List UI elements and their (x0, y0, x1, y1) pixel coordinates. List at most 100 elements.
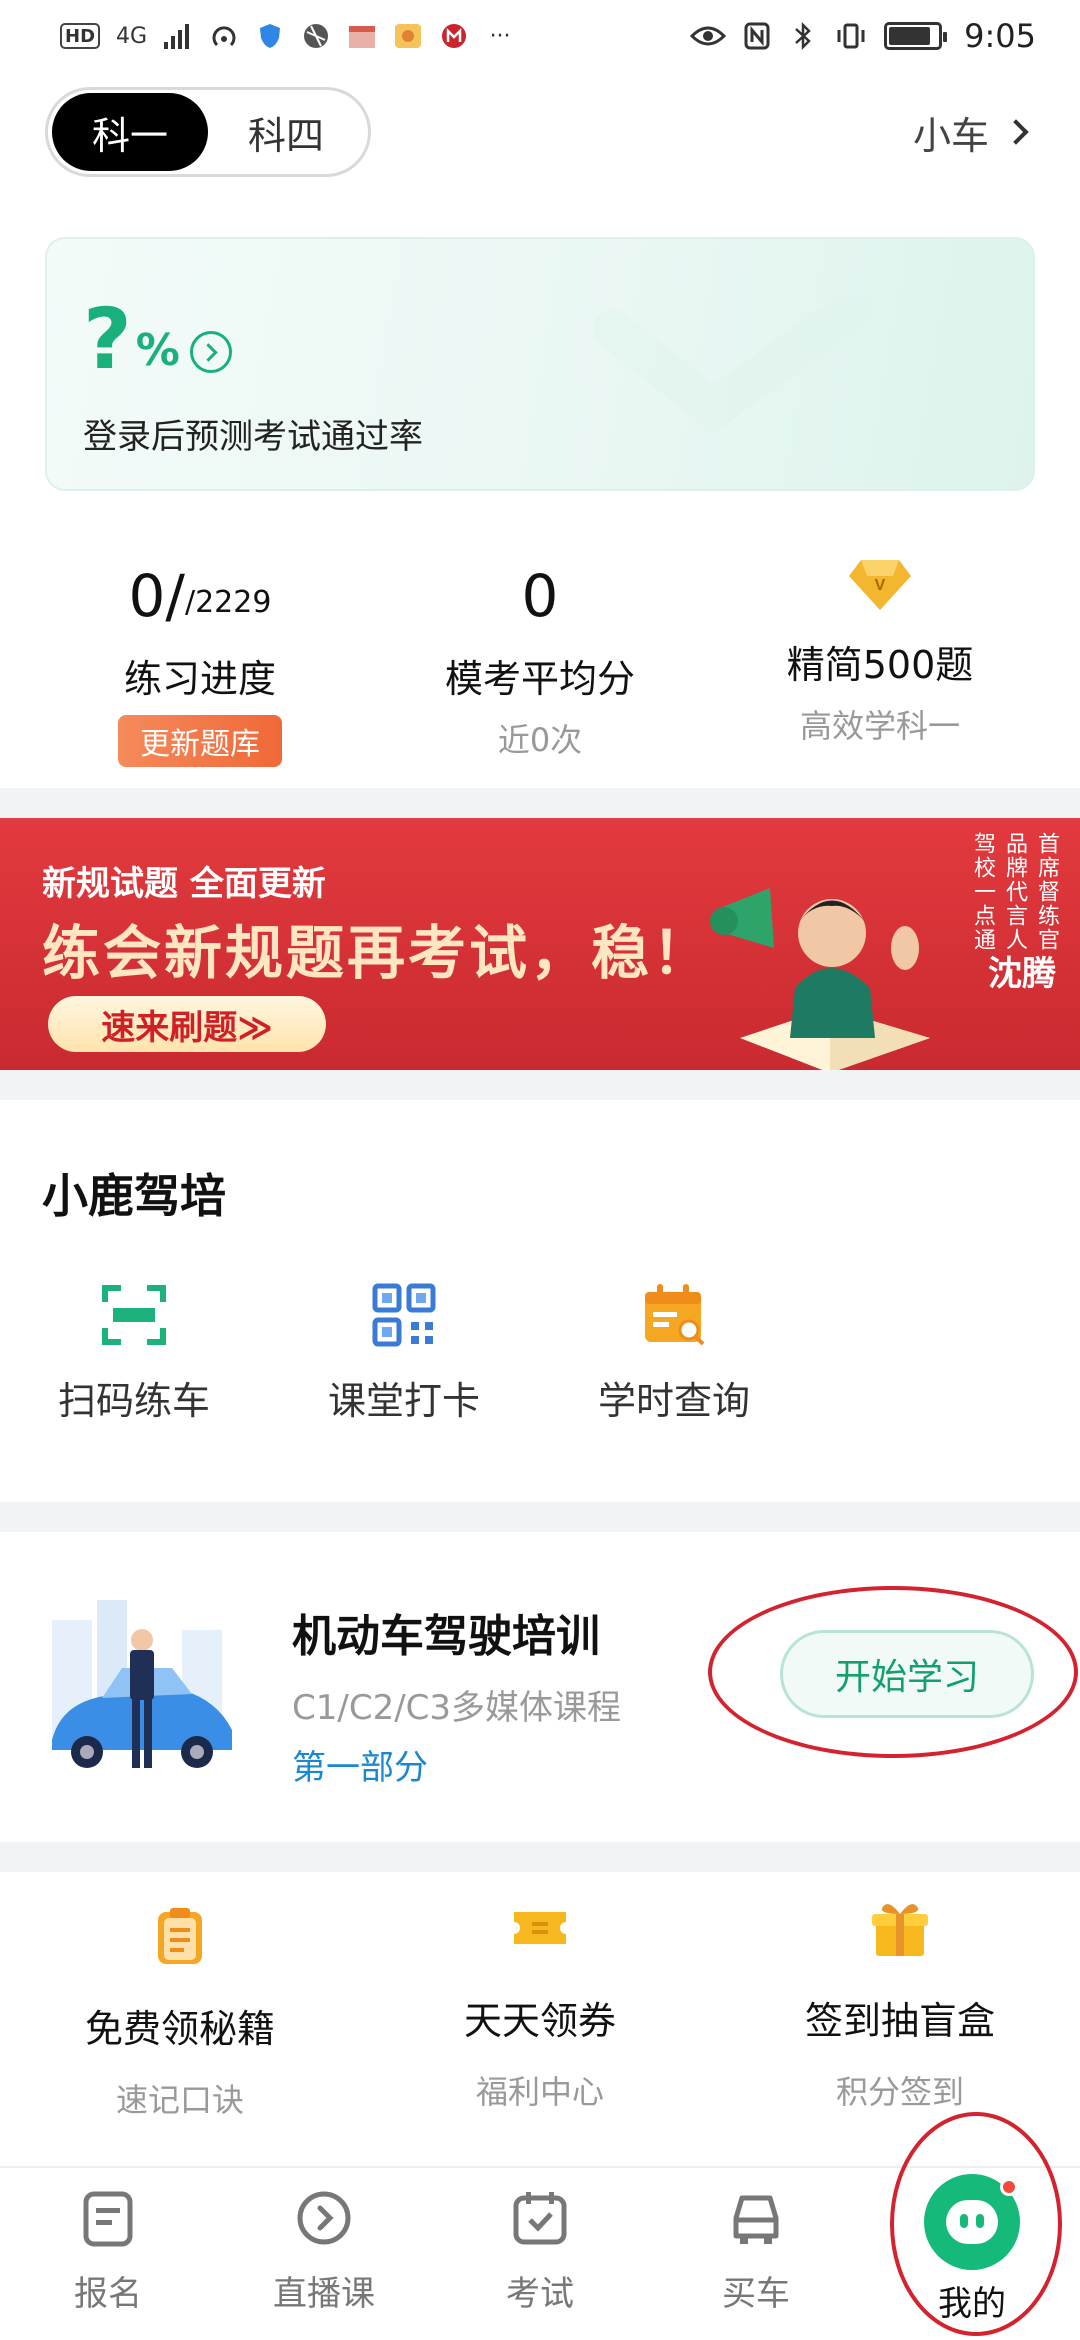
mock-sub: 近0次 (497, 721, 583, 759)
pass-rate-value: ? (83, 290, 132, 388)
daily-coupon-item[interactable]: 天天领券 福利中心 (390, 1896, 690, 2113)
section-divider (0, 1070, 1080, 1100)
banner-vcol-3: 驾校一点通 (970, 832, 995, 952)
phone-app-icon (393, 20, 423, 52)
form-icon (83, 2191, 133, 2247)
tab-subject-one[interactable]: 科一 (52, 93, 208, 171)
pass-rate: ? % (83, 290, 232, 388)
blind-box-title: 签到抽盲盒 (804, 1999, 995, 2043)
stats-row: 0//2229 练习进度 更新题库 0 模考平均分 近0次 V 精简500题 高… (0, 540, 1080, 767)
header: 科一 科四 小车 (45, 86, 1035, 178)
status-left: HD 4G ··· (60, 20, 515, 52)
arrow-circle-icon[interactable] (189, 331, 232, 373)
tab-mine[interactable]: 我的 (892, 2174, 1052, 2325)
section-divider (0, 1842, 1080, 1872)
hours-query-label: 学时查询 (597, 1379, 750, 1423)
hotspot-icon (209, 20, 239, 52)
banner-vcol-1: 首席督练官 (1034, 832, 1059, 952)
status-bar: HD 4G ··· 9:05 (0, 0, 1080, 72)
section-divider (0, 788, 1080, 818)
bank-icon (439, 20, 469, 52)
mock-value: 0 (521, 562, 559, 630)
check-calendar-icon (513, 2192, 567, 2245)
driving-course-illustration (52, 1600, 232, 1768)
gift-icon (872, 1904, 928, 1956)
banner-slogan: 练会新规题再考试，稳！ (42, 919, 714, 987)
vibrate-icon (834, 20, 868, 52)
tab-mine-label: 我的 (938, 2284, 1006, 2324)
browser-icon (301, 20, 331, 52)
tab-subject-four[interactable]: 科四 (208, 93, 364, 171)
mock-average[interactable]: 0 模考平均分 近0次 (390, 540, 690, 761)
more-icon: ··· (489, 23, 511, 49)
mascot-icon (924, 2174, 1020, 2270)
practice-progress[interactable]: 0//2229 练习进度 更新题库 (50, 540, 350, 767)
mascot-face (946, 2200, 998, 2244)
promo-banner[interactable]: 新规试题 全面更新 练会新规题再考试，稳！ 速来刷题≫ 首席督练官 品牌代言人 … (0, 818, 1080, 1070)
start-learning-button[interactable]: 开始学习 (780, 1630, 1034, 1718)
tab-buy-car-label: 买车 (722, 2274, 790, 2314)
tab-live-class[interactable]: 直播课 (244, 2188, 404, 2315)
notification-dot (1000, 2178, 1018, 2196)
qr-code-icon (372, 1283, 436, 1347)
mock-label: 模考平均分 (444, 657, 635, 701)
battery-level (889, 27, 931, 45)
blind-box-item[interactable]: 签到抽盲盒 积分签到 (750, 1896, 1050, 2113)
update-bank-badge[interactable]: 更新题库 (118, 715, 282, 767)
car-type-selector[interactable]: 小车 (913, 105, 1035, 160)
banner-cta-button[interactable]: 速来刷题≫ (48, 996, 326, 1052)
percent-sign: % (135, 325, 180, 376)
clock: 9:05 (964, 17, 1036, 55)
chevron-right-icon (1003, 119, 1029, 145)
ticket-icon (514, 1912, 566, 1944)
vip-500[interactable]: V 精简500题 高效学科一 (730, 550, 1030, 747)
progress-label: 练习进度 (123, 657, 276, 701)
free-guide-title: 免费领秘籍 (84, 2007, 275, 2051)
tab-exam[interactable]: 考试 (460, 2188, 620, 2315)
pass-rate-description: 登录后预测考试通过率 (83, 417, 423, 457)
school-section-title: 小鹿驾培 (42, 1169, 226, 1223)
free-guide-item[interactable]: 免费领秘籍 速记口诀 (30, 1904, 330, 2121)
hd-icon: HD (60, 23, 101, 49)
battery-icon (884, 22, 948, 50)
daily-coupon-title: 天天领券 (463, 1999, 616, 2043)
card-decoration (593, 299, 873, 435)
tab-signup-label: 报名 (74, 2274, 142, 2314)
tab-buy-car[interactable]: 买车 (676, 2188, 836, 2315)
calendar-search-icon (645, 1284, 705, 1346)
progress-total: /2229 (184, 585, 272, 620)
car-icon (733, 2195, 779, 2244)
tab-live-class-label: 直播课 (273, 2274, 375, 2314)
signal-icon (163, 20, 193, 52)
scan-icon (102, 1285, 166, 1345)
eye-icon (690, 20, 727, 52)
free-guide-sub: 速记口诀 (115, 2081, 244, 2119)
nfc-icon (742, 20, 772, 52)
vip-diamond-icon: V (849, 560, 911, 610)
tab-signup[interactable]: 报名 (28, 2188, 188, 2315)
banner-vertical-text: 首席督练官 品牌代言人 驾校一点通 (970, 832, 1059, 952)
daily-coupon-sub: 福利中心 (475, 2073, 604, 2111)
status-right: 9:05 (690, 17, 1036, 55)
progress-value: 0//2229 (129, 540, 272, 630)
banner-headline: 新规试题 全面更新 (42, 864, 326, 904)
course-part-link[interactable]: 第一部分 (292, 1740, 428, 1789)
bottom-tab-bar: 报名 直播课 考试 买车 我的 (0, 2166, 1080, 2340)
spokesperson-name: 沈腾 (988, 954, 1056, 994)
shield-icon (255, 20, 285, 52)
course-subtitle: C1/C2/C3多媒体课程 (292, 1688, 622, 1728)
class-checkin-item[interactable]: 课堂打卡 (304, 1280, 504, 1425)
network-icon: 4G (116, 23, 148, 49)
scan-practice-item[interactable]: 扫码练车 (34, 1280, 234, 1425)
subject-toggle: 科一 科四 (45, 87, 371, 177)
hours-query-item[interactable]: 学时查询 (574, 1280, 774, 1425)
scan-practice-label: 扫码练车 (57, 1379, 210, 1423)
vip-label: 精简500题 (786, 643, 974, 687)
class-checkin-label: 课堂打卡 (327, 1379, 480, 1423)
tab-exam-label: 考试 (506, 2274, 574, 2314)
pass-rate-card[interactable]: ? % 登录后预测考试通过率 (45, 237, 1035, 491)
spokesperson-illustration (710, 888, 930, 1070)
blind-box-sub: 积分签到 (835, 2073, 964, 2111)
section-divider (0, 1502, 1080, 1532)
clipboard-icon (158, 1908, 202, 1964)
